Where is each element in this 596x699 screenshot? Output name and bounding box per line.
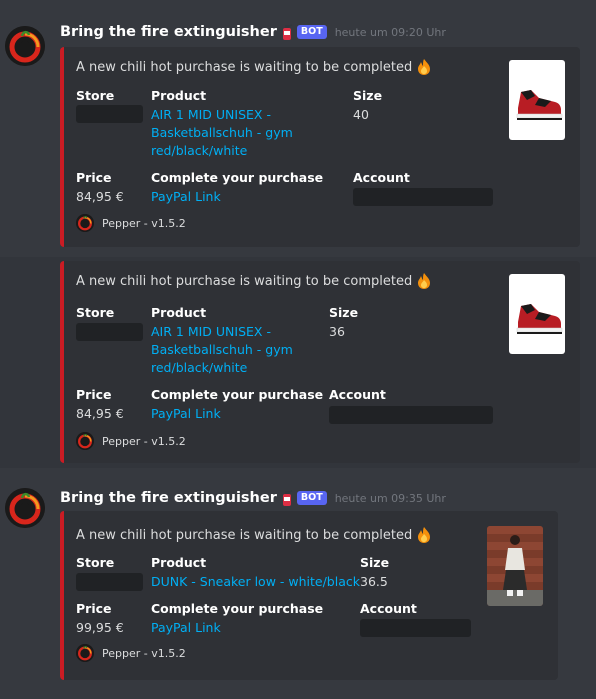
store-label: Store bbox=[76, 555, 115, 570]
product-link-line-2[interactable]: Basketballschuh - gym bbox=[151, 341, 293, 359]
embed-footer: Pepper - v1.5.2 bbox=[76, 432, 186, 450]
fire-extinguisher-icon bbox=[281, 490, 293, 506]
bot-avatar[interactable] bbox=[5, 488, 45, 528]
chili-pepper-footer-icon bbox=[76, 432, 94, 450]
product-link-line-1[interactable]: AIR 1 MID UNISEX - bbox=[151, 106, 271, 124]
paypal-link[interactable]: PayPal Link bbox=[151, 405, 221, 423]
account-label: Account bbox=[329, 387, 386, 402]
fire-emoji-icon bbox=[415, 526, 433, 544]
paypal-link[interactable]: PayPal Link bbox=[151, 188, 221, 206]
store-value-redacted bbox=[76, 573, 143, 591]
product-label: Product bbox=[151, 305, 207, 320]
product-thumbnail[interactable] bbox=[509, 60, 565, 140]
sneaker-red-image bbox=[509, 274, 565, 354]
fire-emoji-icon bbox=[415, 58, 433, 76]
size-value: 36.5 bbox=[360, 574, 388, 589]
price-value: 84,95 € bbox=[76, 406, 124, 421]
footer-text: Pepper - v1.5.2 bbox=[102, 216, 186, 230]
username[interactable]: Bring the fire extinguisher bbox=[60, 24, 277, 40]
chili-pepper-avatar-icon bbox=[5, 26, 45, 66]
embed-footer: Pepper - v1.5.2 bbox=[76, 644, 186, 662]
price-value: 99,95 € bbox=[76, 620, 124, 635]
price-label: Price bbox=[76, 387, 112, 402]
embed-description: A new chili hot purchase is waiting to b… bbox=[76, 58, 433, 76]
size-value: 36 bbox=[329, 324, 345, 339]
bot-tag: BOT bbox=[296, 25, 327, 39]
product-label: Product bbox=[151, 555, 207, 570]
store-label: Store bbox=[76, 305, 115, 320]
fire-emoji-icon bbox=[415, 272, 433, 290]
product-link-line-1[interactable]: AIR 1 MID UNISEX - bbox=[151, 323, 271, 341]
price-value: 84,95 € bbox=[76, 189, 124, 204]
message-group-1: Bring the fire extinguisher BOT heute um… bbox=[0, 0, 596, 257]
account-value-redacted bbox=[353, 188, 493, 206]
sneaker-lifestyle-photo bbox=[487, 526, 543, 606]
store-label: Store bbox=[76, 88, 115, 103]
bot-tag: BOT bbox=[296, 491, 327, 505]
account-label: Account bbox=[353, 170, 410, 185]
size-value: 40 bbox=[353, 107, 369, 122]
price-label: Price bbox=[76, 601, 112, 616]
complete-purchase-label: Complete your purchase bbox=[151, 170, 324, 185]
message-header: Bring the fire extinguisher BOT heute um… bbox=[60, 488, 446, 508]
product-link-line-3[interactable]: red/black/white bbox=[151, 142, 247, 160]
account-label: Account bbox=[360, 601, 417, 616]
chili-pepper-footer-icon bbox=[76, 214, 94, 232]
paypal-link[interactable]: PayPal Link bbox=[151, 619, 221, 637]
message-header: Bring the fire extinguisher BOT heute um… bbox=[60, 22, 446, 42]
account-value-redacted bbox=[360, 619, 471, 637]
embed-description: A new chili hot purchase is waiting to b… bbox=[76, 272, 433, 290]
sneaker-red-image bbox=[509, 60, 565, 140]
product-thumbnail[interactable] bbox=[487, 526, 543, 606]
purchase-embed: A new chili hot purchase is waiting to b… bbox=[60, 261, 580, 463]
bot-avatar[interactable] bbox=[5, 26, 45, 66]
footer-text: Pepper - v1.5.2 bbox=[102, 434, 186, 448]
complete-purchase-label: Complete your purchase bbox=[151, 601, 324, 616]
description-text: A new chili hot purchase is waiting to b… bbox=[76, 59, 413, 75]
description-text: A new chili hot purchase is waiting to b… bbox=[76, 273, 413, 289]
timestamp[interactable]: heute um 09:35 Uhr bbox=[335, 492, 446, 505]
complete-purchase-label: Complete your purchase bbox=[151, 387, 324, 402]
product-label: Product bbox=[151, 88, 207, 103]
size-label: Size bbox=[360, 555, 390, 570]
chili-pepper-avatar-icon bbox=[5, 488, 45, 528]
timestamp[interactable]: heute um 09:20 Uhr bbox=[335, 26, 446, 39]
purchase-embed: A new chili hot purchase is waiting to b… bbox=[60, 47, 580, 247]
chili-pepper-footer-icon bbox=[76, 644, 94, 662]
account-value-redacted bbox=[329, 406, 493, 424]
size-label: Size bbox=[353, 88, 383, 103]
embed-footer: Pepper - v1.5.2 bbox=[76, 214, 186, 232]
description-text: A new chili hot purchase is waiting to b… bbox=[76, 527, 413, 543]
fire-extinguisher-icon bbox=[281, 24, 293, 40]
product-link-line-1[interactable]: DUNK - Sneaker low - white/black bbox=[151, 573, 360, 591]
username[interactable]: Bring the fire extinguisher bbox=[60, 490, 277, 506]
size-label: Size bbox=[329, 305, 359, 320]
embed-description: A new chili hot purchase is waiting to b… bbox=[76, 526, 433, 544]
message-group-2: A new chili hot purchase is waiting to b… bbox=[0, 257, 596, 468]
store-value-redacted bbox=[76, 105, 143, 123]
product-link-line-2[interactable]: Basketballschuh - gym bbox=[151, 124, 293, 142]
store-value-redacted bbox=[76, 323, 143, 341]
product-link-line-3[interactable]: red/black/white bbox=[151, 359, 247, 377]
product-thumbnail[interactable] bbox=[509, 274, 565, 354]
price-label: Price bbox=[76, 170, 112, 185]
footer-text: Pepper - v1.5.2 bbox=[102, 646, 186, 660]
purchase-embed: A new chili hot purchase is waiting to b… bbox=[60, 511, 558, 680]
message-group-3: Bring the fire extinguisher BOT heute um… bbox=[0, 468, 596, 699]
